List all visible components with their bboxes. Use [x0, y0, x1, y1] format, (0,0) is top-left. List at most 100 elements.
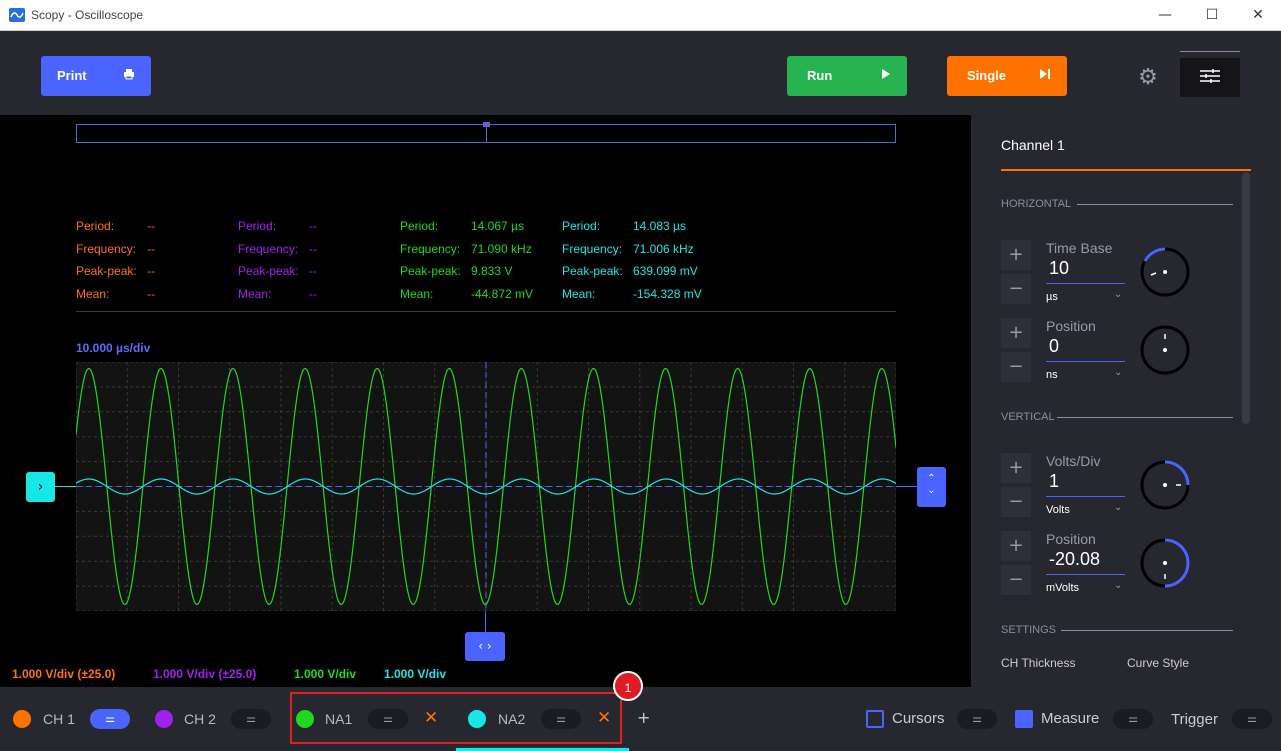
volts-div-plus-button[interactable]: + [1001, 453, 1031, 483]
h-position-unit[interactable]: ns [1046, 369, 1058, 381]
frequency-value: 71.006 kHz [633, 241, 694, 256]
v-position-minus-button[interactable]: − [1001, 565, 1031, 595]
time-base-knob[interactable] [1139, 246, 1191, 298]
maximize-button[interactable]: ☐ [1197, 4, 1227, 26]
time-base-minus-button[interactable]: − [1001, 274, 1031, 304]
na1-close-icon[interactable]: ✕ [424, 708, 438, 728]
chevron-down-icon[interactable]: ⌄ [1114, 289, 1122, 300]
sliders-icon: ⚌ [556, 712, 566, 725]
time-base-input[interactable]: 10 [1046, 258, 1125, 284]
settings-section-label: SETTINGS [1001, 624, 1057, 636]
time-position-handle[interactable]: ‹ › [465, 632, 505, 661]
horizontal-section-label: HORIZONTAL [1001, 198, 1072, 210]
v-position-unit[interactable]: mVolts [1046, 582, 1079, 594]
panel-scrollbar[interactable] [1242, 172, 1250, 424]
frequency-value: -- [309, 241, 317, 256]
cursors-settings-button[interactable]: ⚌ [957, 709, 997, 729]
volts-div-minus-button[interactable]: − [1001, 487, 1031, 517]
time-handle-line [485, 611, 486, 632]
step-icon [1039, 68, 1051, 83]
chevron-down-icon[interactable]: ⌄ [1114, 580, 1122, 591]
sliders-icon [1199, 68, 1221, 88]
volts-div-knob[interactable] [1139, 459, 1191, 511]
mean-value: -- [309, 287, 317, 302]
scopy-logo-icon [9, 8, 25, 22]
h-position-knob[interactable] [1139, 324, 1191, 376]
h-position-minus-button[interactable]: − [1001, 352, 1031, 382]
close-window-button[interactable]: ✕ [1243, 4, 1273, 26]
v-position-knob[interactable] [1139, 537, 1191, 589]
time-base-plus-button[interactable]: + [1001, 240, 1031, 270]
na2-label[interactable]: NA2 [498, 711, 525, 727]
v-position-plus-button[interactable]: + [1001, 531, 1031, 561]
run-button[interactable]: Run [787, 56, 907, 96]
channel-settings-panel: Channel 1 HORIZONTAL + − Time Base 10 µs… [971, 115, 1281, 687]
mean-label: Mean: [400, 287, 434, 302]
ch2-label[interactable]: CH 2 [184, 711, 216, 727]
single-button[interactable]: Single [947, 56, 1067, 96]
volts-div-label: Volts/Div [1046, 453, 1101, 469]
minimize-button[interactable]: — [1150, 4, 1180, 26]
time-base-unit[interactable]: µs [1046, 291, 1058, 303]
horizontal-divider [1077, 204, 1233, 205]
print-button[interactable]: Print [41, 56, 151, 96]
measure-settings-button[interactable]: ⚌ [1113, 709, 1153, 729]
v-position-label: Position [1046, 531, 1096, 547]
sliders-icon: ⚌ [105, 712, 115, 725]
h-position-input[interactable]: 0 [1046, 336, 1125, 362]
v-position-input[interactable]: -20.08 [1046, 549, 1125, 575]
gear-icon[interactable]: ⚙ [1136, 66, 1160, 90]
ch1-volts-div: 1.000 V/div (±25.0) [12, 667, 116, 681]
measure-label[interactable]: Measure [1041, 710, 1099, 727]
cursors-label[interactable]: Cursors [892, 710, 945, 727]
peak-peak-value: 639.099 mV [633, 264, 698, 279]
measure-checkbox[interactable] [1015, 710, 1033, 728]
ch-thickness-label: CH Thickness [1001, 656, 1076, 670]
ch2-settings-button[interactable]: ⚌ [231, 709, 271, 729]
oscilloscope-plot[interactable] [75, 361, 897, 612]
waveform-canvas [75, 361, 897, 612]
ch1-toggle[interactable] [13, 710, 31, 728]
minimap-marker[interactable] [483, 122, 490, 127]
na1-toggle[interactable] [296, 710, 314, 728]
na2-settings-button[interactable]: ⚌ [541, 709, 581, 729]
ch1-label[interactable]: CH 1 [43, 711, 75, 727]
ch2-toggle[interactable] [155, 710, 173, 728]
chevron-down-icon[interactable]: ⌄ [1114, 367, 1122, 378]
trigger-settings-button[interactable]: ⚌ [1232, 709, 1272, 729]
settings-menu-button[interactable] [1180, 58, 1240, 97]
channel-offset-handle[interactable]: › [26, 472, 55, 502]
volts-div-unit[interactable]: Volts [1046, 504, 1070, 516]
toolbar: Print Run Single ⚙ [0, 31, 1281, 115]
time-minimap[interactable] [76, 122, 896, 143]
sliders-icon: ⚌ [1128, 712, 1138, 725]
trigger-label[interactable]: Trigger [1171, 711, 1218, 728]
na2-close-icon[interactable]: ✕ [597, 708, 611, 728]
ch2-volts-div: 1.000 V/div (±25.0) [153, 667, 257, 681]
volts-div-input[interactable]: 1 [1046, 471, 1125, 497]
mean-label: Mean: [238, 287, 272, 302]
single-label: Single [967, 68, 1007, 83]
h-position-plus-button[interactable]: + [1001, 318, 1031, 348]
h-position-label: Position [1046, 318, 1096, 334]
frequency-value: -- [147, 241, 155, 256]
add-channel-button[interactable]: + [637, 708, 650, 727]
period-label: Period: [400, 219, 439, 233]
vertical-divider [1057, 417, 1233, 418]
settings-divider [1061, 630, 1233, 631]
peak-peak-value: -- [147, 264, 155, 279]
run-label: Run [807, 68, 833, 83]
chevron-down-icon[interactable]: ⌄ [1114, 502, 1122, 513]
na1-volts-div: 1.000 V/div [294, 667, 357, 681]
sliders-icon: ⚌ [246, 712, 256, 725]
measurement-block-ch1: Period: -- Frequency: -- Peak-peak: -- Mean… [76, 215, 155, 306]
cursors-checkbox[interactable] [866, 710, 884, 728]
ch1-settings-button[interactable]: ⚌ [90, 709, 130, 729]
vertical-section-label: VERTICAL [1001, 411, 1055, 423]
trigger-level-handle[interactable]: ⌃ ⌄ [917, 467, 946, 507]
na1-settings-button[interactable]: ⚌ [368, 709, 408, 729]
print-label: Print [57, 68, 87, 83]
na1-label[interactable]: NA1 [325, 711, 352, 727]
mean-value: -- [147, 287, 155, 302]
na2-toggle[interactable] [468, 710, 486, 728]
